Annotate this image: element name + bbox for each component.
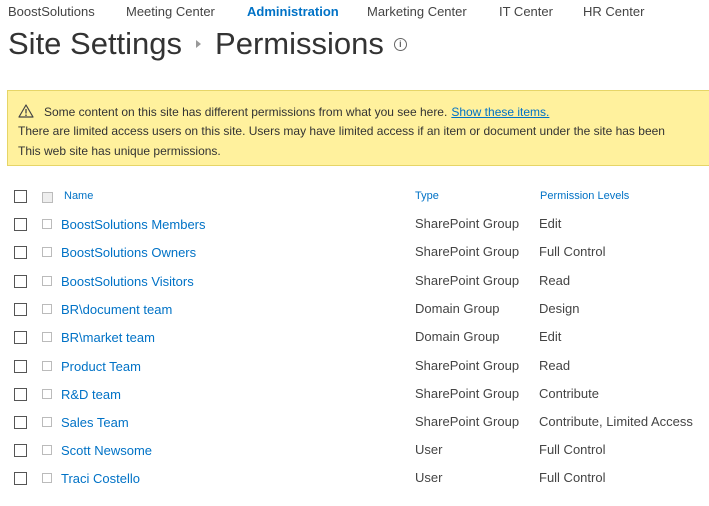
nav-item-boostsolutions[interactable]: BoostSolutions — [8, 4, 95, 19]
row-permission-level: Design — [539, 301, 580, 316]
row-select-box[interactable] — [42, 304, 52, 314]
page-title: Site Settings Permissions i — [8, 26, 407, 70]
row-checkbox[interactable] — [14, 472, 27, 485]
header-item-checkbox[interactable] — [42, 192, 53, 203]
top-navigation: BoostSolutions Meeting Center Administra… — [0, 0, 709, 24]
row-select-box[interactable] — [42, 417, 52, 427]
table-row: Scott Newsome User Full Control — [0, 436, 709, 464]
row-permission-level: Read — [539, 358, 571, 373]
row-type: SharePoint Group — [415, 386, 520, 401]
row-select-box[interactable] — [42, 389, 52, 399]
row-type: SharePoint Group — [415, 216, 520, 231]
nav-item-marketing-center[interactable]: Marketing Center — [367, 4, 467, 19]
table-row: R&D team SharePoint Group Contribute — [0, 380, 709, 408]
table-row: Traci Costello User Full Control — [0, 464, 709, 492]
row-type: Domain Group — [415, 329, 500, 344]
row-checkbox[interactable] — [14, 360, 27, 373]
select-all-checkbox[interactable] — [14, 190, 27, 203]
row-select-box[interactable] — [42, 361, 52, 371]
row-type: SharePoint Group — [415, 244, 520, 259]
row-permission-level: Full Control — [539, 470, 606, 485]
breadcrumb-separator-icon — [196, 40, 202, 48]
row-name-link[interactable]: BR\market team — [61, 330, 155, 345]
row-permission-level: Full Control — [539, 442, 606, 457]
row-name-link[interactable]: Sales Team — [61, 415, 129, 430]
row-name-link[interactable]: BoostSolutions Owners — [61, 245, 196, 260]
table-header-row: Name Type Permission Levels — [0, 182, 709, 210]
row-checkbox[interactable] — [14, 331, 27, 344]
row-checkbox[interactable] — [14, 218, 27, 231]
table-row: Sales Team SharePoint Group Contribute, … — [0, 408, 709, 436]
row-select-box[interactable] — [42, 445, 52, 455]
warning-line-2: There are limited access users on this s… — [18, 124, 665, 138]
breadcrumb-permissions: Permissions — [215, 26, 384, 61]
row-type: SharePoint Group — [415, 273, 520, 288]
warning-icon — [18, 104, 34, 118]
row-name-link[interactable]: Traci Costello — [61, 471, 140, 486]
row-checkbox[interactable] — [14, 416, 27, 429]
row-name-link[interactable]: Scott Newsome — [61, 443, 152, 458]
row-permission-level: Full Control — [539, 244, 606, 259]
nav-item-hr-center[interactable]: HR Center — [583, 4, 644, 19]
nav-item-administration[interactable]: Administration — [247, 4, 339, 19]
column-header-name[interactable]: Name — [64, 190, 93, 202]
row-select-box[interactable] — [42, 473, 52, 483]
show-these-items-link[interactable]: Show these items. — [451, 105, 549, 119]
nav-item-it-center[interactable]: IT Center — [499, 4, 553, 19]
row-name-link[interactable]: BR\document team — [61, 302, 172, 317]
warning-text-1: Some content on this site has different … — [44, 105, 448, 119]
row-name-link[interactable]: Product Team — [61, 359, 141, 374]
row-checkbox[interactable] — [14, 444, 27, 457]
row-name-link[interactable]: BoostSolutions Members — [61, 217, 206, 232]
warning-line-1: Some content on this site has different … — [18, 104, 549, 119]
row-checkbox[interactable] — [14, 275, 27, 288]
breadcrumb-site-settings[interactable]: Site Settings — [8, 26, 182, 61]
row-permission-level: Contribute, Limited Access — [539, 414, 693, 429]
row-checkbox[interactable] — [14, 246, 27, 259]
table-row: BoostSolutions Members SharePoint Group … — [0, 210, 709, 238]
nav-item-meeting-center[interactable]: Meeting Center — [126, 4, 215, 19]
permissions-warning-banner: Some content on this site has different … — [7, 90, 709, 166]
row-name-link[interactable]: BoostSolutions Visitors — [61, 274, 194, 289]
row-type: User — [415, 442, 443, 457]
row-select-box[interactable] — [42, 247, 52, 257]
table-row: BR\market team Domain Group Edit — [0, 323, 709, 351]
row-select-box[interactable] — [42, 219, 52, 229]
row-checkbox[interactable] — [14, 388, 27, 401]
row-type: User — [415, 470, 443, 485]
info-icon[interactable]: i — [393, 37, 407, 51]
column-header-type[interactable]: Type — [415, 190, 439, 202]
row-select-box[interactable] — [42, 332, 52, 342]
table-row: Product Team SharePoint Group Read — [0, 352, 709, 380]
row-select-box[interactable] — [42, 276, 52, 286]
row-permission-level: Read — [539, 273, 571, 288]
row-type: Domain Group — [415, 301, 500, 316]
row-name-link[interactable]: R&D team — [61, 387, 121, 402]
table-row: BoostSolutions Owners SharePoint Group F… — [0, 238, 709, 266]
column-header-permission-levels[interactable]: Permission Levels — [540, 190, 629, 202]
row-permission-level: Edit — [539, 216, 562, 231]
row-type: SharePoint Group — [415, 358, 520, 373]
row-permission-level: Edit — [539, 329, 562, 344]
table-row: BR\document team Domain Group Design — [0, 295, 709, 323]
warning-line-3: This web site has unique permissions. — [18, 144, 221, 158]
row-checkbox[interactable] — [14, 303, 27, 316]
table-row: BoostSolutions Visitors SharePoint Group… — [0, 267, 709, 295]
row-type: SharePoint Group — [415, 414, 520, 429]
row-permission-level: Contribute — [539, 386, 599, 401]
